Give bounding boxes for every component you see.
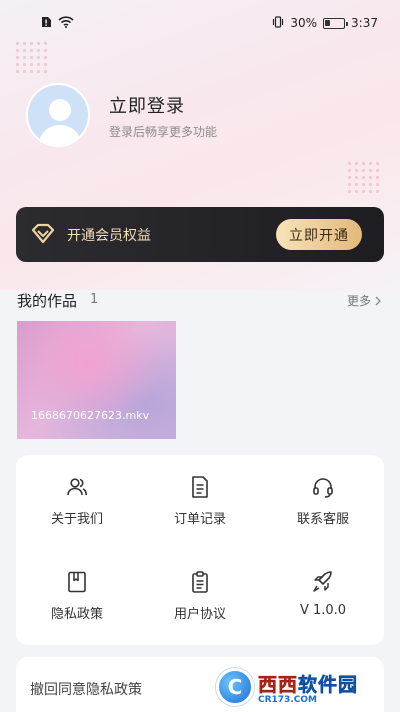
vip-banner[interactable]: 开通会员权益 立即开通 <box>16 207 384 262</box>
document-icon <box>192 476 208 498</box>
revoke-privacy-label: 撤回同意隐私政策 <box>30 682 142 698</box>
avatar[interactable] <box>26 83 90 147</box>
site-watermark: C 西西软件园 CR173.COM <box>216 668 386 706</box>
menu-label: 联系客服 <box>296 512 349 527</box>
diamond-icon <box>31 223 55 244</box>
login-title[interactable]: 立即登录 <box>109 92 185 118</box>
menu-card: 关于我们 订单记录 联系客服 隐私政策 用户协议 V 1.0.0 <box>16 455 384 645</box>
rocket-icon <box>313 571 332 592</box>
status-left <box>40 15 74 31</box>
battery-percent: 30% <box>290 16 318 30</box>
menu-item-about-us[interactable]: 关于我们 <box>16 455 138 535</box>
more-link[interactable]: 更多 <box>347 292 382 309</box>
battery-fill <box>325 19 331 26</box>
menu-label: 隐私政策 <box>50 607 103 622</box>
battery-icon <box>323 17 349 29</box>
menu-item-privacy-policy[interactable]: 隐私政策 <box>16 550 138 630</box>
decor-dots-right <box>346 160 382 196</box>
vibrate-icon <box>272 15 284 31</box>
book-icon <box>68 571 86 593</box>
watermark-main: 西西软件园 <box>258 673 359 696</box>
open-vip-button[interactable]: 立即开通 <box>276 219 362 250</box>
work-file-name: 1668670627623.mkv <box>31 409 150 422</box>
login-subtitle: 登录后畅享更多功能 <box>109 125 218 139</box>
work-thumbnail[interactable]: 1668670627623.mkv <box>17 321 176 439</box>
status-bar: 30% 3:37 <box>0 0 400 46</box>
chevron-right-icon <box>375 296 381 305</box>
menu-item-customer-service[interactable]: 联系客服 <box>262 455 384 535</box>
menu-item-orders[interactable]: 订单记录 <box>139 455 261 535</box>
menu-label: 用户协议 <box>173 607 226 622</box>
menu-label: V 1.0.0 <box>299 603 347 618</box>
status-right: 30% 3:37 <box>272 15 378 31</box>
menu-label: 关于我们 <box>50 512 103 527</box>
sim-alert-icon <box>40 16 52 31</box>
watermark-logo-icon: C <box>216 668 254 706</box>
headset-icon <box>313 478 333 498</box>
people-icon <box>67 478 87 496</box>
menu-item-user-agreement[interactable]: 用户协议 <box>139 550 261 630</box>
status-time: 3:37 <box>351 16 378 30</box>
more-label: 更多 <box>346 294 371 308</box>
vip-text: 开通会员权益 <box>67 228 151 244</box>
works-count: 1 <box>90 292 99 307</box>
watermark-sub: CR173.COM <box>258 694 317 705</box>
watermark-text: 西西软件园 CR173.COM <box>258 670 359 705</box>
clipboard-icon <box>192 571 208 593</box>
works-title: 我的作品 <box>17 292 78 310</box>
menu-item-version[interactable]: V 1.0.0 <box>262 550 384 630</box>
wifi-icon <box>58 15 74 31</box>
menu-label: 订单记录 <box>173 512 226 527</box>
